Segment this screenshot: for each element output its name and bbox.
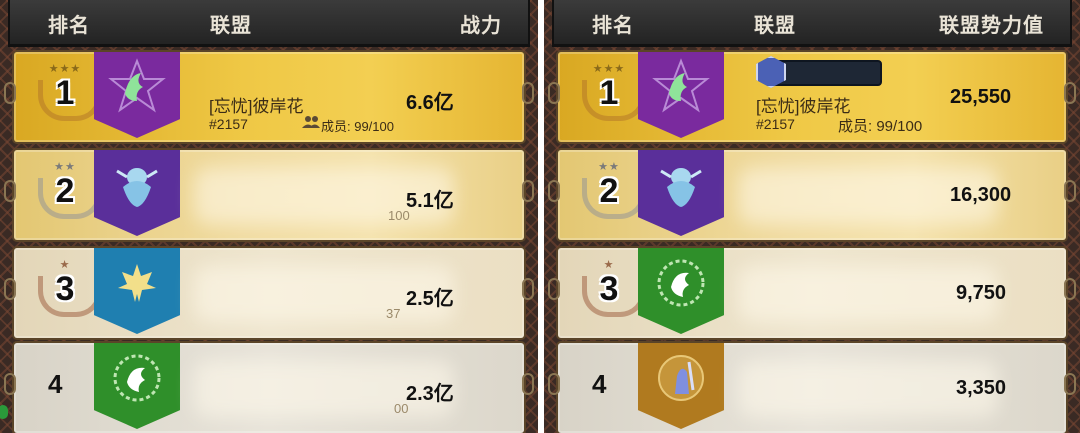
alliance-power: 9,750 [956,282,1007,304]
ranking-row-3[interactable]: ★ 3 9,750 [548,248,1076,338]
header-power: 战力 [460,15,502,37]
alliance-power: 3,350 [956,377,1007,399]
alliance-banner [94,52,180,138]
rank-trophy-icon: ★★★ 1 [576,62,646,132]
rank-number: 2 [55,172,75,210]
alliance-banner [94,343,180,429]
phoenix-wreath-icon [94,343,180,413]
header-alliance: 联盟 [210,15,252,37]
rank-trophy-icon: ★ 3 [32,258,102,328]
screenshot: 排名 联盟 战力 ★★★ 1 [忘忧]彼岸花 #2157 成员: 99/100 … [0,0,1080,433]
row-hook-right [1064,82,1076,104]
row-hook-left [548,278,560,300]
rank-number: 1 [599,74,619,112]
left-header: 排名 联盟 战力 [8,0,530,47]
row-hook-left [4,373,16,395]
rank-number: 4 [592,369,607,399]
phoenix-wreath-icon [638,248,724,318]
rank-number: 4 [48,369,63,399]
alliance-banner [638,52,724,138]
alliance-members: 成员: 99/100 [838,118,923,135]
row-hook-left [548,180,560,202]
alliance-banner [94,248,180,334]
alliance-banner [94,150,180,236]
alliance-power: 2.5亿 [406,288,454,310]
alliance-power: 6.6亿 [406,92,454,114]
left-ranking-panel: 排名 联盟 战力 ★★★ 1 [忘忧]彼岸花 #2157 成员: 99/100 … [0,0,538,433]
row-hook-right [1064,373,1076,395]
members-icon [302,115,320,132]
row-hook-left [4,82,16,104]
alliance-tag: #2157 [756,116,795,132]
alliance-tag: #2157 [209,116,248,132]
row-hook-right [1064,278,1076,300]
rank-trophy-icon: ★★★ 1 [32,62,102,132]
rank-trophy-icon: ★ 3 [576,258,646,328]
rank-number: 1 [55,74,75,112]
right-ranking-panel: 排名 联盟 联盟势力值 ★★★ 1 [忘忧]彼岸花 #2157 成员: 99/1… [544,0,1080,433]
row-hook-left [4,180,16,202]
header-power: 联盟势力值 [939,15,1044,37]
ranking-row-3[interactable]: ★ 3 37 2.5亿 [4,248,534,338]
ranking-row-2[interactable]: ★★ 2 16,300 [548,150,1076,240]
alliance-power: 5.1亿 [406,190,454,212]
alliance-name: [忘忧]彼岸花 [756,97,851,116]
alliance-banner [638,150,724,236]
phoenix-star-icon [94,52,180,122]
header-rank: 排名 [48,15,90,37]
alliance-power: 25,550 [950,86,1012,108]
right-header: 排名 联盟 联盟势力值 [552,0,1072,47]
ranking-row-4[interactable]: 4 00 2.3亿 [4,343,534,433]
dragon-icon [638,150,724,220]
ranking-row-1[interactable]: ★★★ 1 [忘忧]彼岸花 #2157 成员: 99/100 6.6亿 [4,52,534,142]
green-dot-icon [0,405,8,419]
rank-number: 3 [599,270,619,308]
ranking-row-4[interactable]: 4 3,350 [548,343,1076,433]
maple-leaf-icon [94,248,180,318]
knight-icon [638,343,724,413]
alliance-name: [忘忧]彼岸花 [209,97,304,116]
rank-trophy-icon: ★★ 2 [32,160,102,230]
row-hook-right [522,278,534,300]
alliance-power: 16,300 [950,184,1012,206]
row-hook-right [522,373,534,395]
alliance-members: 成员: 99/100 [321,119,394,134]
blurred-fragment: 37 [386,306,401,321]
alliance-banner [638,248,724,334]
rank-number: 2 [599,172,619,210]
phoenix-star-icon [638,52,724,122]
header-alliance: 联盟 [754,15,796,37]
row-hook-left [4,278,16,300]
row-hook-right [522,180,534,202]
dragon-icon [94,150,180,220]
alliance-banner [638,343,724,429]
row-hook-right [1064,180,1076,202]
ranking-row-1[interactable]: ★★★ 1 [忘忧]彼岸花 #2157 成员: 99/100 25,550 [548,52,1076,142]
alliance-power: 2.3亿 [406,383,454,405]
row-hook-left [548,373,560,395]
rank-trophy-icon: ★★ 2 [576,160,646,230]
row-hook-right [522,82,534,104]
row-hook-left [548,82,560,104]
rank-number: 3 [55,270,75,308]
ranking-row-2[interactable]: ★★ 2 100 5.1亿 [4,150,534,240]
header-rank: 排名 [592,15,634,37]
